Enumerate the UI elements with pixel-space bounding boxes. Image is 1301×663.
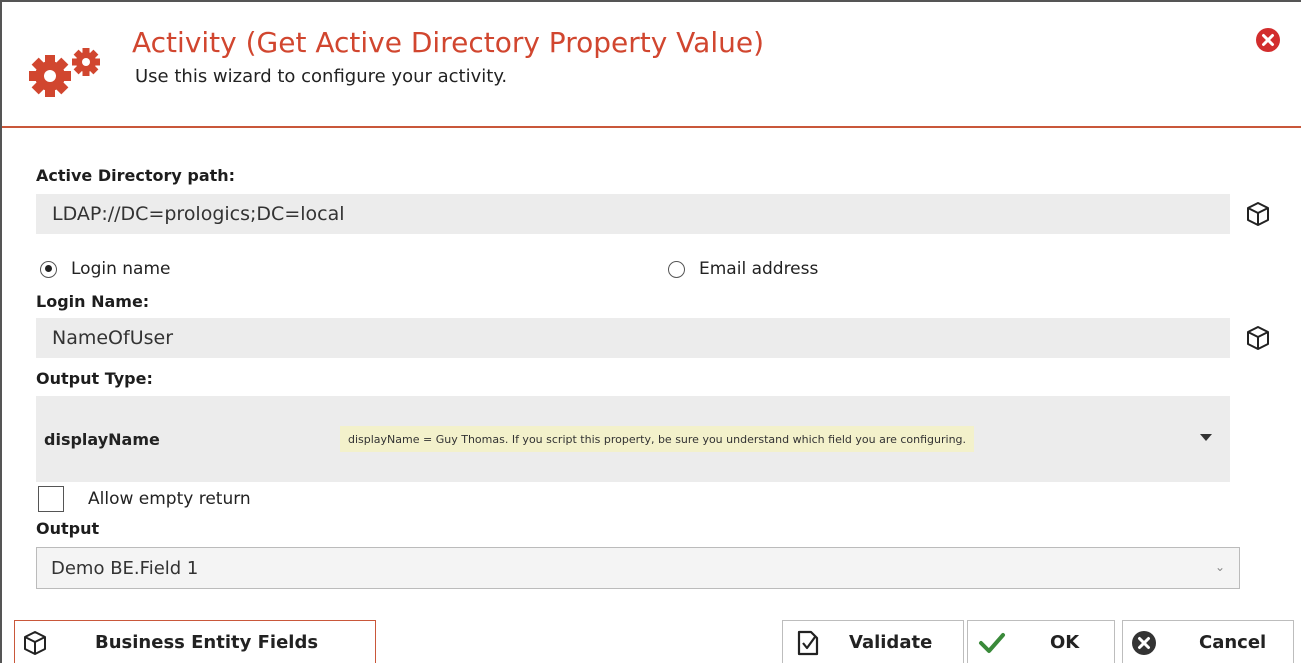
- cube-icon[interactable]: [1246, 201, 1270, 227]
- checkmark-icon: [979, 632, 1005, 653]
- dialog-title: Activity (Get Active Directory Property …: [132, 26, 764, 59]
- cancel-circle-icon: [1132, 630, 1156, 655]
- output-select-value: Demo BE.Field 1: [51, 557, 199, 579]
- allow-empty-label: Allow empty return: [88, 489, 251, 509]
- allow-empty-checkbox[interactable]: [38, 486, 64, 512]
- output-select[interactable]: Demo BE.Field 1 ⌄: [36, 547, 1240, 589]
- radio-login-name-label: Login name: [71, 259, 171, 279]
- output-label: Output: [36, 519, 100, 538]
- activity-wizard-dialog: Activity (Get Active Directory Property …: [0, 0, 1301, 663]
- ok-button[interactable]: OK: [967, 620, 1115, 663]
- ok-label: OK: [1050, 632, 1080, 653]
- ad-path-input[interactable]: LDAP://DC=prologics;DC=local: [36, 194, 1230, 234]
- cube-icon[interactable]: [1246, 325, 1270, 351]
- validate-label: Validate: [849, 632, 933, 653]
- validate-document-icon: [797, 630, 819, 655]
- login-name-label: Login Name:: [36, 292, 150, 311]
- business-entity-fields-label: Business Entity Fields: [95, 632, 319, 653]
- dialog-header: Activity (Get Active Directory Property …: [2, 2, 1301, 128]
- output-type-hint: displayName = Guy Thomas. If you script …: [340, 426, 975, 452]
- radio-email-address[interactable]: Email address: [668, 259, 818, 279]
- dropdown-arrow-icon[interactable]: [1200, 434, 1212, 441]
- validate-button[interactable]: Validate: [782, 620, 964, 663]
- business-entity-fields-button[interactable]: Business Entity Fields: [14, 620, 376, 663]
- close-circle-icon: [1262, 34, 1274, 46]
- output-type-dropdown[interactable]: displayName displayName = Guy Thomas. If…: [36, 396, 1230, 482]
- radio-login-name[interactable]: Login name: [40, 259, 170, 279]
- output-type-label: Output Type:: [36, 369, 153, 388]
- login-name-input[interactable]: NameOfUser: [36, 318, 1230, 358]
- gears-icon: [29, 48, 100, 97]
- radio-indicator: [40, 260, 57, 278]
- close-button[interactable]: [1256, 28, 1280, 52]
- cube-icon: [24, 630, 46, 655]
- allow-empty-checkbox-row[interactable]: Allow empty return: [38, 486, 251, 512]
- radio-indicator: [668, 260, 685, 278]
- output-type-value: displayName: [44, 430, 160, 449]
- chevron-down-icon: ⌄: [1214, 560, 1225, 574]
- cancel-label: Cancel: [1199, 632, 1267, 653]
- ad-path-label: Active Directory path:: [36, 166, 236, 185]
- cancel-button[interactable]: Cancel: [1122, 620, 1294, 663]
- radio-email-address-label: Email address: [699, 259, 819, 279]
- dialog-subtitle: Use this wizard to configure your activi…: [135, 66, 508, 87]
